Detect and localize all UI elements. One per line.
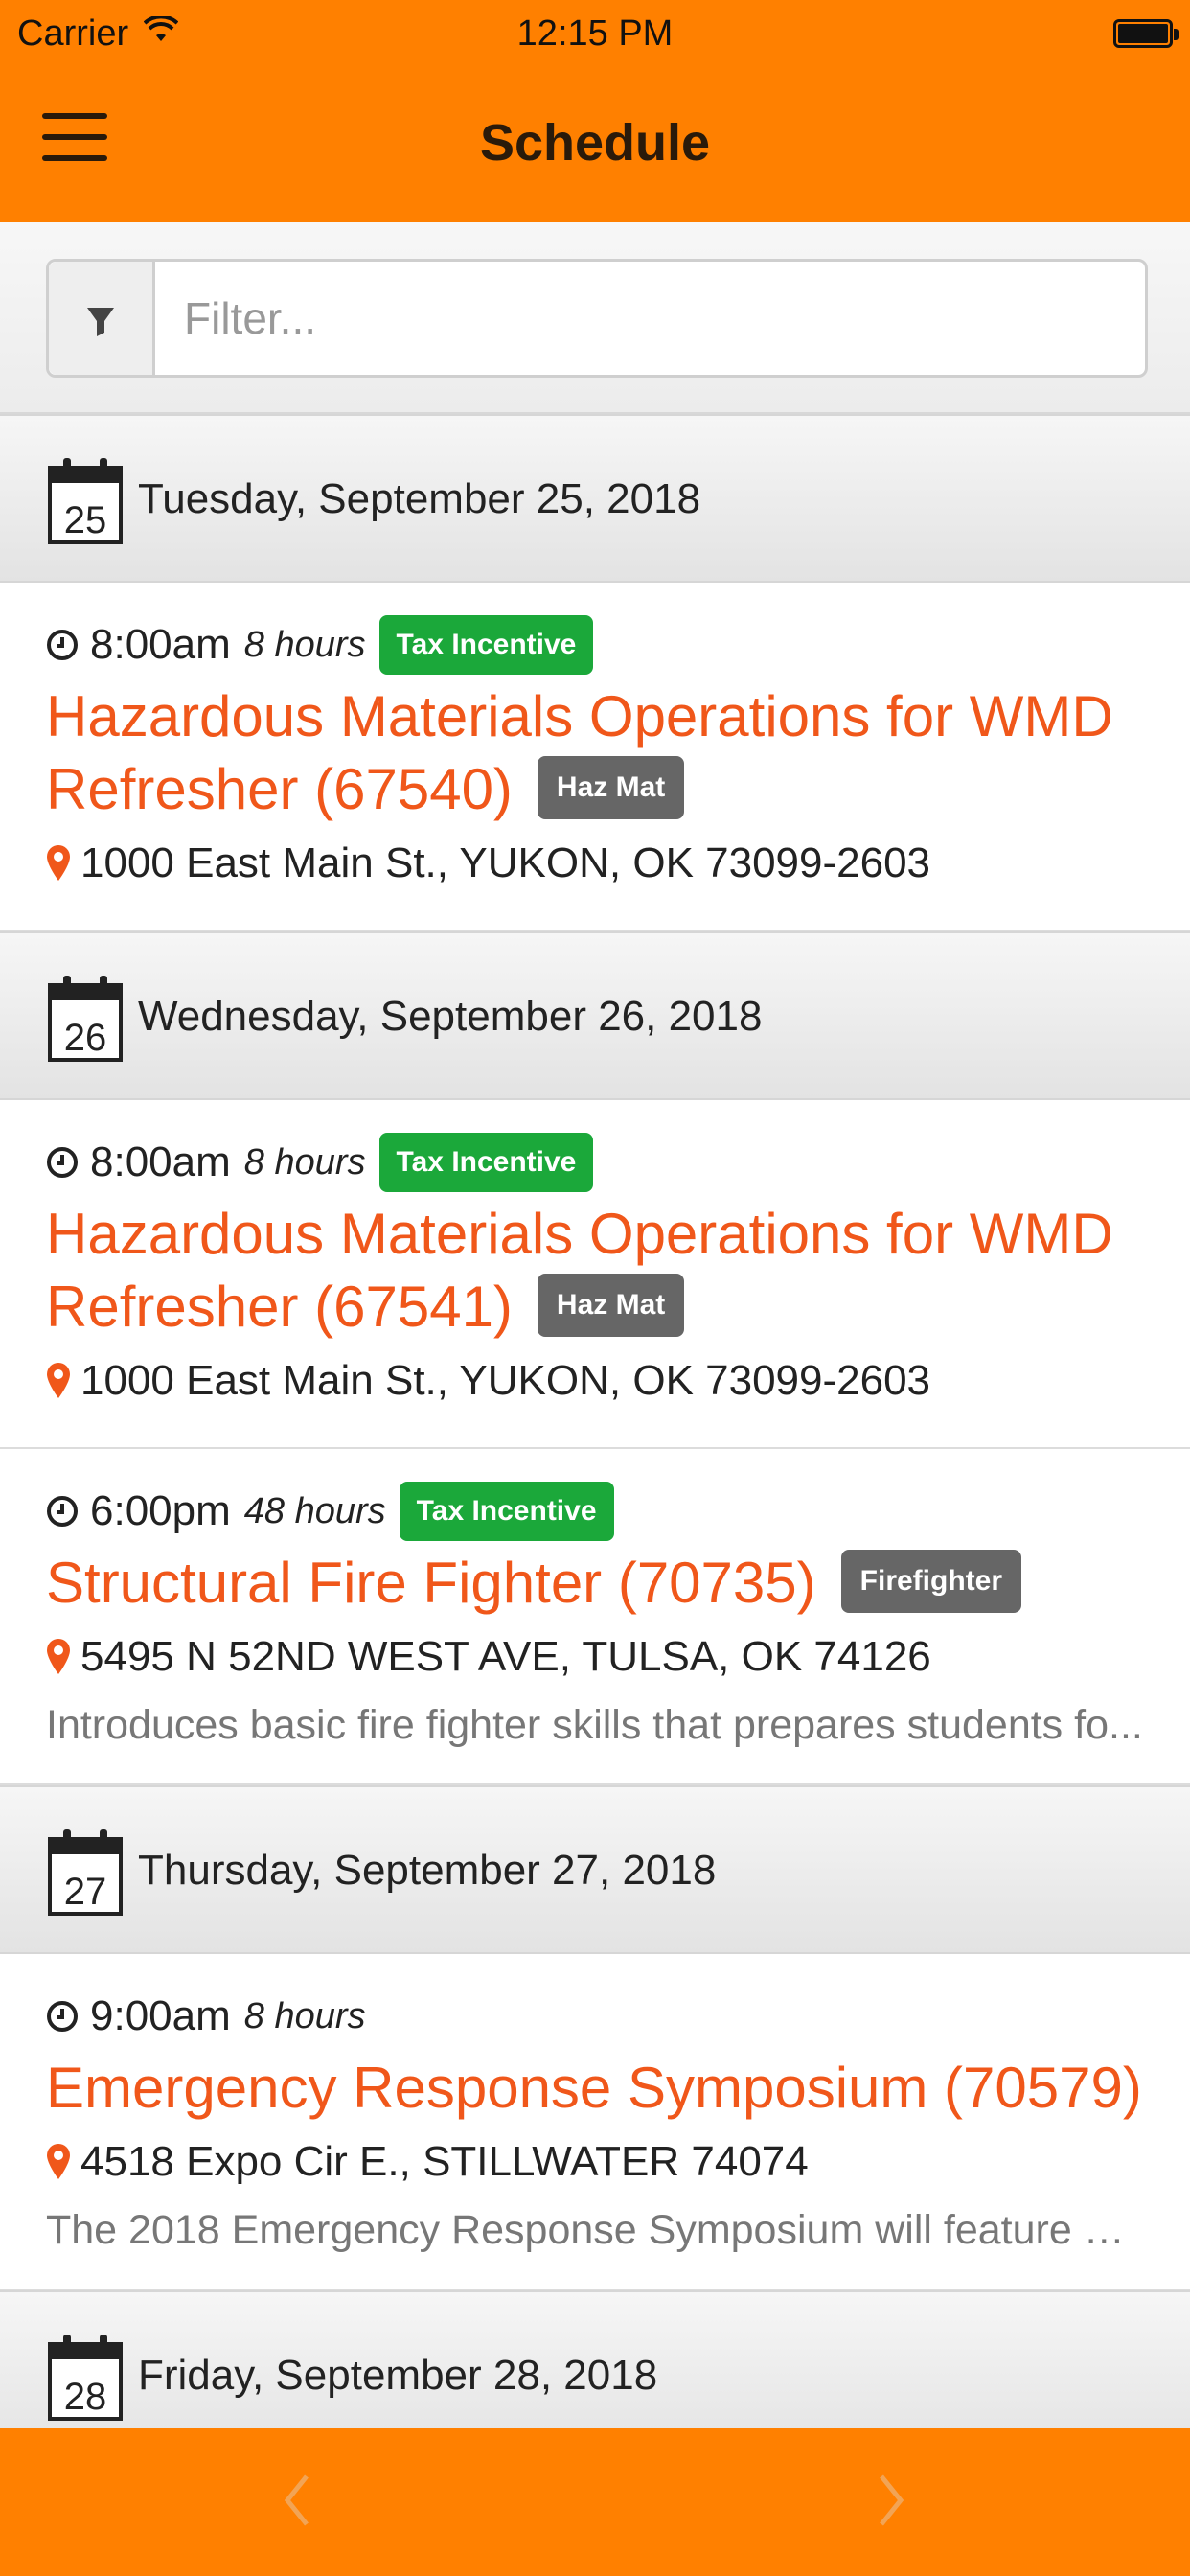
event-title[interactable]: Structural Fire Fighter (70735) Firefight… [46,1547,1144,1620]
event-address: 5495 N 52ND WEST AVE, TULSA, OK 74126 [80,1633,931,1680]
event-item[interactable]: 6:00pm 48 hours Tax Incentive Structural… [0,1449,1190,1785]
event-description: Introduces basic fire fighter skills tha… [46,1702,1143,1748]
calendar-icon: 25 [48,456,123,544]
calendar-icon: 26 [48,974,123,1062]
bottom-toolbar [0,2428,1190,2576]
status-bar: Carrier 12:15 PM [0,0,1190,73]
event-time: 8:00am [90,621,231,668]
calendar-day-number: 25 [64,499,107,541]
event-title[interactable]: Hazardous Materials Operations for WMD R… [46,1198,1144,1344]
event-description: The 2018 Emergency Response Symposium wi… [46,2207,1144,2253]
event-title-text: Structural Fire Fighter (70735) [46,1551,816,1615]
calendar-day-number: 27 [64,1871,107,1913]
day-header: 27 Thursday, September 27, 2018 [0,1785,1190,1954]
calendar-day-number: 28 [64,2376,107,2418]
event-item[interactable]: 9:00am 8 hours Emergency Response Sympos… [0,1954,1190,2290]
calendar-icon: 28 [48,2333,123,2421]
page-title: Schedule [479,114,711,172]
day-label: Thursday, September 27, 2018 [138,1847,717,1894]
event-duration: 8 hours [243,1995,366,2036]
tax-incentive-badge: Tax Incentive [378,1133,594,1192]
event-time: 9:00am [90,1992,231,2039]
event-title[interactable]: Emergency Response Symposium (70579) [46,2052,1144,2125]
event-item[interactable]: 8:00am 8 hours Tax Incentive Hazardous M… [0,583,1190,932]
filter-icon [49,262,155,375]
event-address: 1000 East Main St., YUKON, OK 73099-2603 [80,840,931,886]
map-pin-icon [47,1639,70,1674]
event-duration: 48 hours [243,1490,386,1531]
day-header: 25 Tuesday, September 25, 2018 [0,414,1190,583]
event-time: 8:00am [90,1138,231,1185]
clock-icon [47,2001,78,2032]
category-badge: Haz Mat [537,756,685,820]
calendar-day-number: 26 [64,1017,107,1059]
top-bar: Carrier 12:15 PM Schedule [0,0,1190,222]
filter-bar [0,222,1190,414]
status-time: 12:15 PM [516,13,674,54]
event-item[interactable]: 8:00am 8 hours Tax Incentive Hazardous M… [0,1100,1190,1449]
event-address: 4518 Expo Cir E., STILLWATER 74074 [80,2138,809,2185]
event-title[interactable]: Hazardous Materials Operations for WMD R… [46,680,1144,826]
day-label: Tuesday, September 25, 2018 [138,475,701,522]
chevron-left-icon[interactable] [278,2467,316,2534]
clock-icon [47,630,78,660]
battery-icon [1113,19,1179,48]
category-badge: Firefighter [840,1550,1022,1614]
day-header: 26 Wednesday, September 26, 2018 [0,932,1190,1100]
map-pin-icon [47,845,70,881]
day-label: Wednesday, September 26, 2018 [138,993,763,1040]
map-pin-icon [47,1363,70,1398]
day-label: Friday, September 28, 2018 [138,2352,658,2399]
calendar-icon: 27 [48,1828,123,1916]
schedule-list: 25 Tuesday, September 25, 2018 8:00am 8 … [0,414,1190,2459]
clock-icon [47,1147,78,1178]
tax-incentive-badge: Tax Incentive [399,1482,614,1541]
event-time: 6:00pm [90,1487,231,1534]
filter-field [46,259,1148,378]
event-title-text: Emergency Response Symposium (70579) [46,2056,1142,2120]
tax-incentive-badge: Tax Incentive [378,615,594,675]
filter-input[interactable] [155,262,1145,375]
event-address: 1000 East Main St., YUKON, OK 73099-2603 [80,1357,931,1404]
category-badge: Haz Mat [537,1274,685,1338]
event-duration: 8 hours [243,624,366,665]
chevron-right-icon[interactable] [872,2467,910,2534]
map-pin-icon [47,2144,70,2179]
clock-icon [47,1496,78,1527]
event-duration: 8 hours [243,1141,366,1183]
